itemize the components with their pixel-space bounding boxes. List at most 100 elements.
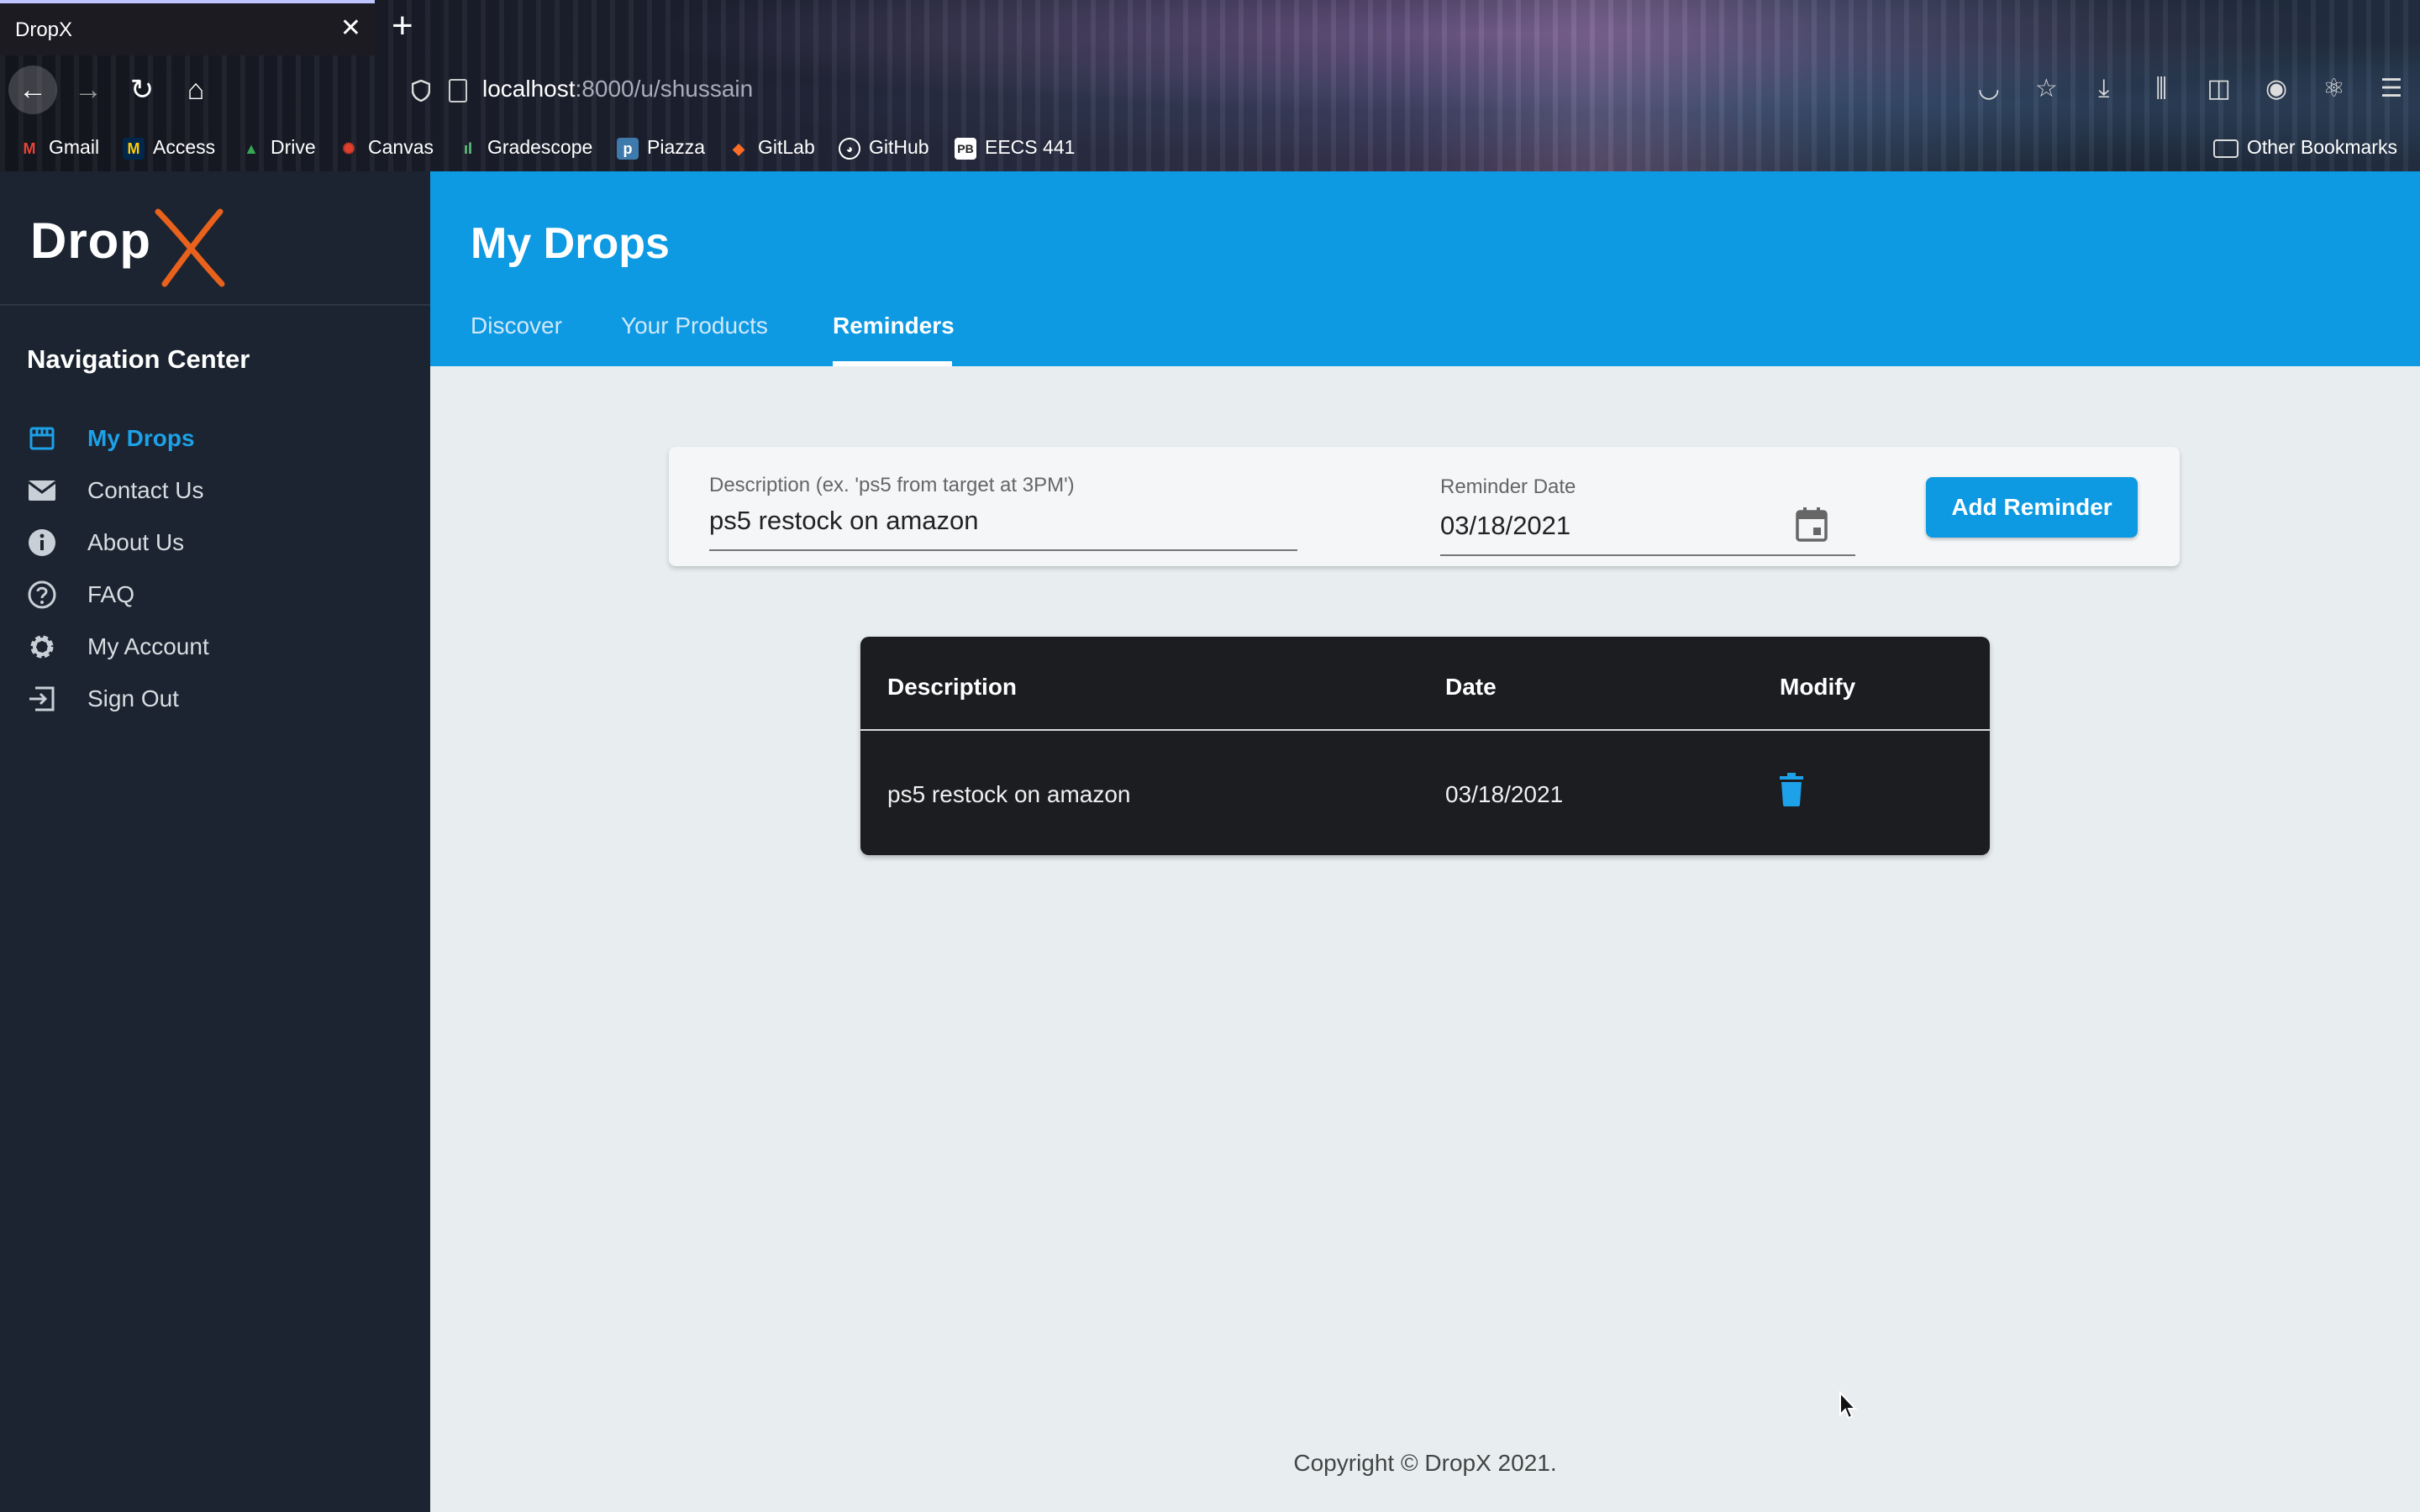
michigan-icon: M (123, 137, 145, 160)
info-icon (29, 529, 55, 556)
pocket-icon[interactable]: ◡ (1974, 74, 2004, 104)
github-icon: ◕ (839, 137, 860, 160)
logo-x-mark (155, 208, 225, 287)
back-arrow-icon[interactable]: ← (8, 66, 57, 114)
shield-icon[interactable] (412, 79, 430, 102)
sidebar-item-contact-us[interactable]: Contact Us (27, 470, 397, 511)
mouse-cursor-icon (1839, 1391, 1857, 1420)
sidebar-item-my-drops[interactable]: My Drops (27, 418, 397, 459)
library-icon[interactable]: ⫼ (2146, 74, 2176, 104)
bookmark-label: GitHub (869, 136, 929, 158)
pb-icon: PB (955, 137, 976, 160)
bookmark-drive[interactable]: ▲ Drive (240, 134, 316, 160)
account-icon[interactable]: ◉ (2261, 74, 2291, 104)
new-tab-icon[interactable]: + (392, 5, 413, 47)
tab-your-products[interactable]: Your Products (621, 312, 768, 339)
url-host: localhost (482, 76, 576, 102)
sidebar-item-sign-out[interactable]: Sign Out (27, 679, 397, 719)
other-bookmarks[interactable]: Other Bookmarks (2213, 134, 2397, 160)
tab-reminders[interactable]: Reminders (833, 312, 955, 339)
page-header: My Drops Discover Your Products Reminder… (430, 171, 2420, 366)
bookmarks-bar: M Gmail M Access ▲ Drive ✺ Canvas ıl Gradesco… (0, 123, 2420, 171)
bookmark-github[interactable]: ◕ GitHub (839, 134, 929, 160)
page-icon (449, 78, 467, 102)
sidebar-item-my-account[interactable]: My Account (27, 627, 397, 667)
forward-arrow-icon[interactable]: → (64, 66, 113, 114)
reload-icon[interactable]: ↻ (118, 66, 166, 114)
sign-out-icon (29, 686, 55, 711)
description-input[interactable]: ps5 restock on amazon (709, 506, 979, 536)
browser-nav-bar: ← → ↻ ⌂ localhost:8000/u/shussain ◡ ☆ ⤓ … (0, 55, 2420, 123)
table-header-divider (860, 729, 1990, 731)
close-tab-icon[interactable]: ✕ (340, 13, 361, 43)
description-underline (709, 549, 1297, 551)
other-bookmarks-label: Other Bookmarks (2247, 136, 2397, 158)
folder-icon (2213, 139, 2238, 158)
sidebar-item-label: Sign Out (87, 685, 179, 711)
bookmark-label: EECS 441 (985, 136, 1076, 158)
bookmark-label: Piazza (647, 136, 706, 158)
navigation-center-title: Navigation Center (27, 344, 250, 374)
bookmark-piazza[interactable]: p Piazza (617, 134, 705, 160)
bookmark-label: Canvas (368, 136, 434, 158)
reminder-date-input[interactable]: 03/18/2021 (1440, 511, 1570, 541)
bookmark-gmail[interactable]: M Gmail (18, 134, 100, 160)
bookmark-label: Gradescope (487, 136, 593, 158)
bookmark-eecs-441[interactable]: PB EECS 441 (955, 134, 1075, 160)
description-label: Description (ex. 'ps5 from target at 3PM… (709, 474, 1075, 496)
tab-discover[interactable]: Discover (471, 312, 562, 339)
column-header-description: Description (887, 674, 1018, 700)
address-bar[interactable]: localhost:8000/u/shussain (412, 67, 1672, 111)
url-path: :8000/u/shussain (575, 76, 754, 102)
sidebar-item-faq[interactable]: FAQ (27, 575, 397, 615)
reminder-form-card: Description (ex. 'ps5 from target at 3PM… (669, 447, 2180, 566)
reminders-table: Description Date Modify ps5 restock on a… (860, 637, 1990, 855)
footer-copyright: Copyright © DropX 2021. (1293, 1450, 1557, 1476)
dropx-logo[interactable]: Drop (30, 208, 225, 287)
sidebar-toggle-icon[interactable]: ◫ (2204, 74, 2234, 104)
bookmark-gradescope[interactable]: ıl Gradescope (457, 134, 592, 160)
calendar-icon[interactable] (1795, 506, 1828, 543)
piazza-icon: p (617, 137, 639, 160)
bookmark-access[interactable]: M Access (123, 134, 215, 160)
menu-icon[interactable]: ☰ (2376, 74, 2407, 104)
gitlab-icon: ◆ (733, 139, 744, 157)
browser-toolbar-right: ◡ ☆ ⤓ ⫼ ◫ ◉ ⚛ ☰ (1950, 74, 2407, 108)
page-title: My Drops (471, 219, 670, 268)
browser-tab-title: DropX (15, 18, 73, 41)
bookmark-gitlab[interactable]: ◆ GitLab (728, 134, 815, 160)
bookmark-canvas[interactable]: ✺ Canvas (338, 134, 434, 160)
gmail-icon: M (23, 139, 36, 157)
bookmark-label: Access (153, 136, 216, 158)
reminder-date-label: Reminder Date (1440, 475, 1576, 498)
logo-text: Drop (30, 213, 151, 269)
browser-chrome: DropX ✕ + ← → ↻ ⌂ localhost:8000/u/shuss… (0, 0, 2420, 171)
add-reminder-button[interactable]: Add Reminder (1926, 477, 2138, 538)
row-date: 03/18/2021 (1445, 781, 1564, 807)
sidebar-divider (0, 304, 430, 306)
sidebar-item-label: My Account (87, 633, 209, 659)
download-icon[interactable]: ⤓ (2089, 74, 2119, 104)
react-devtools-icon[interactable]: ⚛ (2319, 74, 2349, 104)
help-circle-icon (28, 580, 56, 609)
star-bookmark-icon[interactable]: ☆ (2031, 74, 2061, 104)
mail-icon (28, 480, 56, 501)
home-icon[interactable]: ⌂ (171, 66, 220, 114)
main-content: Description (ex. 'ps5 from target at 3PM… (430, 366, 2420, 1512)
gradescope-icon: ıl (463, 139, 472, 157)
canvas-icon: ✺ (342, 139, 355, 157)
row-description: ps5 restock on amazon (887, 781, 1131, 807)
sidebar-item-label: FAQ (87, 581, 135, 607)
drive-icon: ▲ (244, 139, 259, 157)
bookmark-label: Gmail (49, 136, 100, 158)
bookmark-label: Drive (271, 136, 316, 158)
column-header-modify: Modify (1780, 674, 1856, 700)
browser-tab[interactable]: DropX ✕ (0, 0, 375, 55)
sidebar-item-label: About Us (87, 529, 185, 555)
sidebar: Drop Navigation Center My Drops Contact … (0, 171, 430, 1512)
store-icon (29, 427, 55, 450)
delete-trash-icon[interactable] (1778, 773, 1805, 806)
sidebar-item-about-us[interactable]: About Us (27, 522, 397, 563)
reminder-date-underline (1440, 554, 1855, 556)
gear-icon (30, 635, 54, 659)
